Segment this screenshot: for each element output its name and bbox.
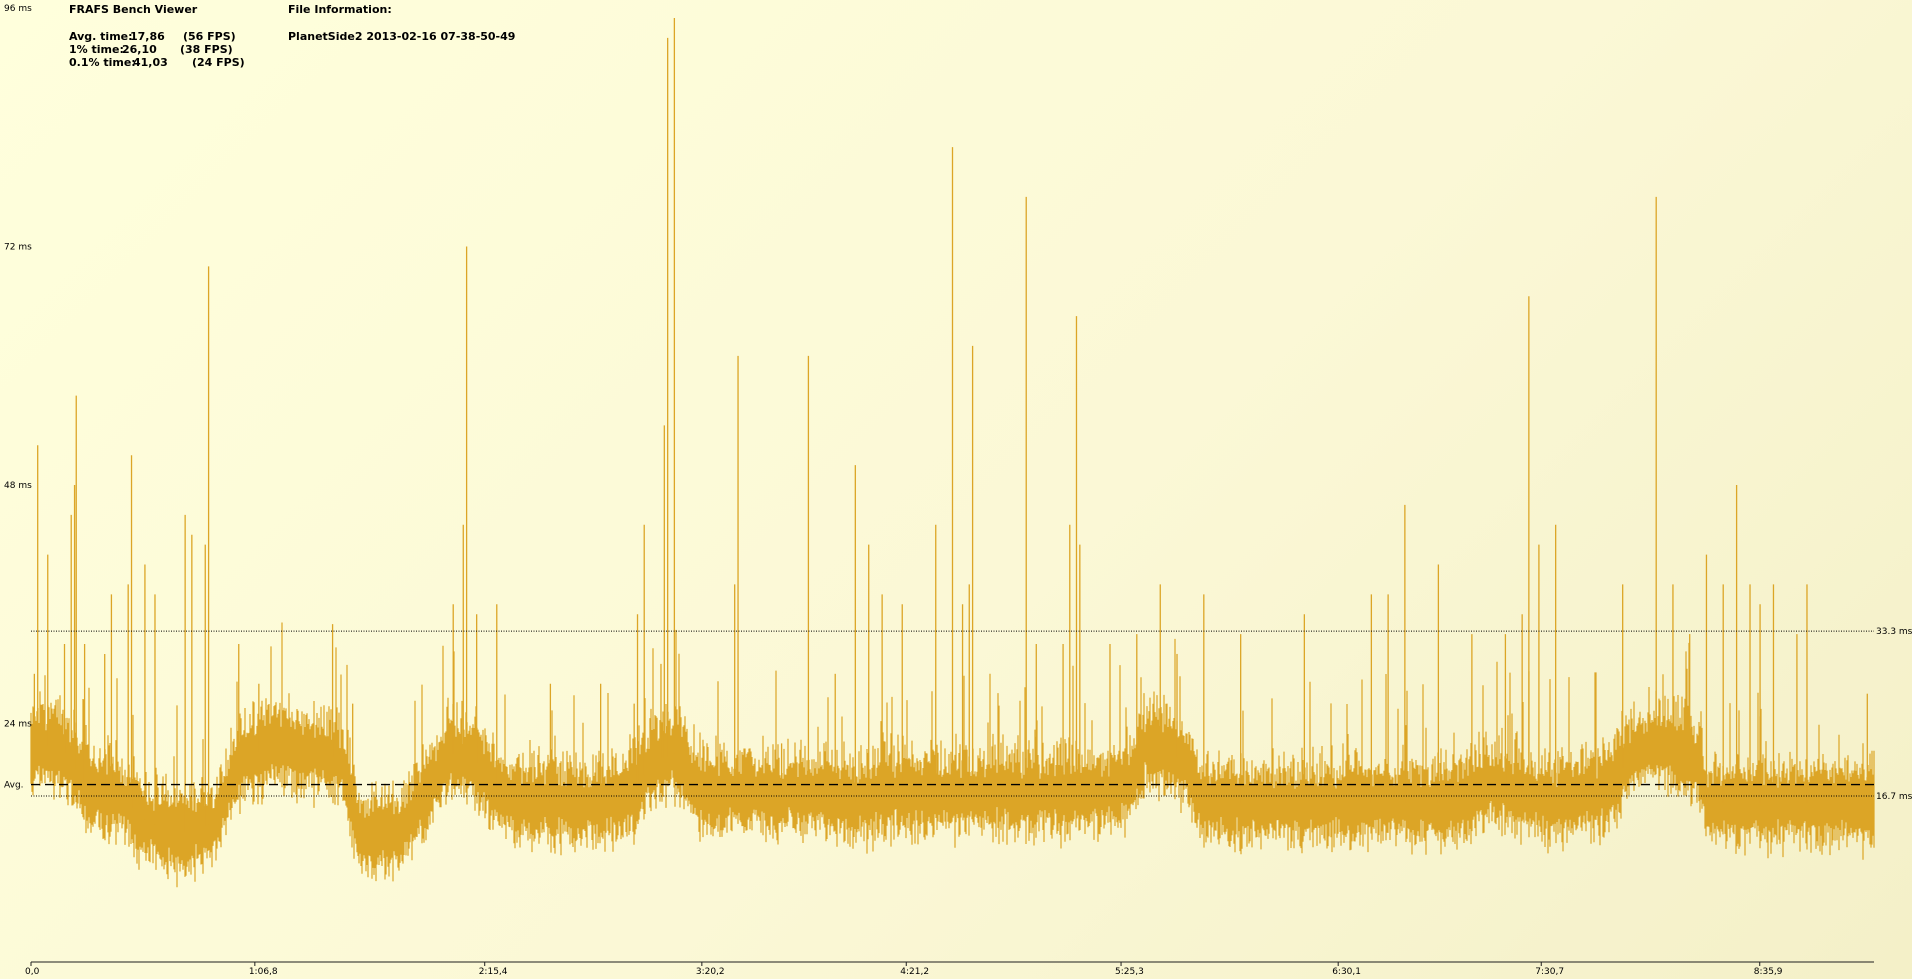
x-tick-label: 1:06,8 <box>249 967 278 977</box>
reference-line-label: 33.3 ms <box>1876 627 1912 637</box>
y-tick-label: 24 ms <box>4 720 32 730</box>
x-tick-label: 5:25,3 <box>1115 967 1144 977</box>
bench-viewer-window: FRAFS Bench Viewer Avg. time: 17,86 (56 … <box>0 0 1912 979</box>
x-tick-label: 4:21,2 <box>900 967 929 977</box>
y-tick-label: 96 ms <box>4 4 32 14</box>
x-tick-label: 7:30,7 <box>1535 967 1564 977</box>
x-tick-label: 6:30,1 <box>1332 967 1361 977</box>
x-tick-label: 0,0 <box>25 967 40 977</box>
reference-line-label: 16.7 ms <box>1876 792 1912 802</box>
y-tick-label: 72 ms <box>4 243 32 253</box>
x-tick-label: 3:20,2 <box>696 967 725 977</box>
y-tick-label: 48 ms <box>4 481 32 491</box>
x-tick-label: 2:15,4 <box>479 967 508 977</box>
x-tick-label: 8:35,9 <box>1754 967 1783 977</box>
reference-line-label: Avg. <box>4 781 24 791</box>
frametime-chart: 33.3 ms 16.7 ms Avg. 24 ms 48 ms 72 ms 96 ms 0,… <box>4 4 1912 977</box>
